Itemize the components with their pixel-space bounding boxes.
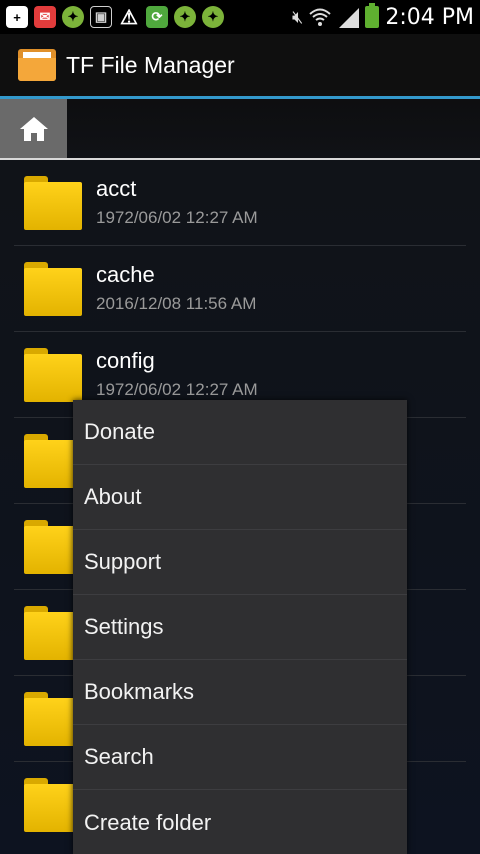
app-notification-icon: ✦ (62, 6, 84, 28)
menu-item-bookmarks[interactable]: Bookmarks (73, 660, 407, 725)
nfc-icon: ▣ (90, 6, 112, 28)
menu-item-search[interactable]: Search (73, 725, 407, 790)
app-notification-icon-2: ✦ (174, 6, 196, 28)
file-date: 2016/12/08 11:56 AM (96, 294, 257, 313)
home-icon (19, 116, 48, 141)
file-row-cache[interactable]: cache 2016/12/08 11:56 AM (0, 246, 480, 332)
clock: 2:04 PM (385, 4, 474, 30)
file-date: 1972/06/02 12:27 AM (96, 208, 258, 227)
menu-item-settings[interactable]: Settings (73, 595, 407, 660)
file-name: cache (96, 262, 155, 287)
options-menu: Donate About Support Settings Bookmarks … (73, 400, 407, 854)
folder-icon (24, 260, 82, 318)
system-status: 🔇︎ 2:04 PM (292, 3, 474, 30)
add-notification-icon: + (6, 6, 28, 28)
menu-item-support[interactable]: Support (73, 530, 407, 595)
path-bar (0, 99, 480, 160)
status-bar: + ✉ ✦ ▣ ⚠ ⟳ ✦ ✦ 🔇︎ 2:04 PM (0, 0, 480, 34)
menu-item-create-folder[interactable]: Create folder (73, 790, 407, 854)
folder-app-icon[interactable] (18, 49, 56, 81)
folder-icon (24, 346, 82, 404)
sync-icon: ⟳ (146, 6, 168, 28)
file-name: config (96, 348, 155, 373)
home-button[interactable] (0, 99, 67, 158)
menu-item-about[interactable]: About (73, 465, 407, 530)
battery-icon (365, 3, 380, 28)
notification-icons: + ✉ ✦ ▣ ⚠ ⟳ ✦ ✦ (6, 6, 224, 29)
warning-icon: ⚠ (118, 6, 140, 29)
file-date: 1972/06/02 12:27 AM (96, 380, 258, 399)
action-bar: TF File Manager (0, 34, 480, 96)
wifi-icon (309, 8, 332, 26)
signal-icon (339, 8, 360, 28)
menu-item-donate[interactable]: Donate (73, 400, 407, 465)
mail-icon: ✉ (34, 6, 56, 28)
file-name: acct (96, 176, 137, 201)
mute-icon: 🔇︎ (292, 6, 304, 27)
file-row-acct[interactable]: acct 1972/06/02 12:27 AM (0, 160, 480, 246)
app-notification-icon-3: ✦ (202, 6, 224, 28)
app-title: TF File Manager (66, 51, 235, 78)
folder-icon (24, 174, 82, 232)
